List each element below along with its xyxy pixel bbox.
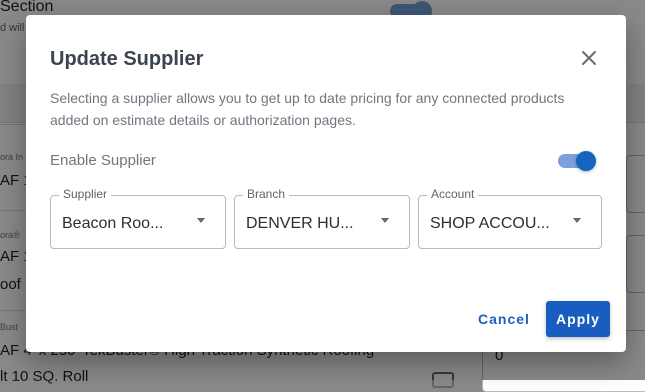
toggle-knob (576, 151, 596, 171)
dialog-description: Selecting a supplier allows you to get u… (50, 90, 565, 128)
account-select-value: SHOP ACCOU... (430, 215, 550, 232)
supplier-select-value: Beacon Roo... (62, 215, 164, 232)
branch-select-label: Branch (243, 187, 290, 201)
branch-select[interactable]: Branch DENVER HU... (234, 187, 410, 249)
close-button[interactable] (577, 46, 601, 70)
apply-button[interactable]: Apply (546, 301, 610, 337)
enable-supplier-toggle[interactable] (558, 151, 596, 171)
dialog-title: Update Supplier (50, 48, 204, 70)
account-select-label: Account (427, 187, 479, 201)
update-supplier-dialog: Update Supplier Selecting a supplier all… (26, 15, 626, 352)
account-select[interactable]: Account SHOP ACCOU... (418, 187, 602, 249)
chevron-down-icon (573, 218, 581, 223)
supplier-select[interactable]: Supplier Beacon Roo... (50, 187, 226, 249)
enable-supplier-label: Enable Supplier (50, 152, 156, 169)
chevron-down-icon (197, 218, 205, 223)
close-icon (582, 51, 596, 65)
chevron-down-icon (381, 218, 389, 223)
supplier-select-label: Supplier (59, 187, 112, 201)
cancel-button[interactable]: Cancel (472, 308, 536, 330)
branch-select-value: DENVER HU... (246, 215, 354, 232)
